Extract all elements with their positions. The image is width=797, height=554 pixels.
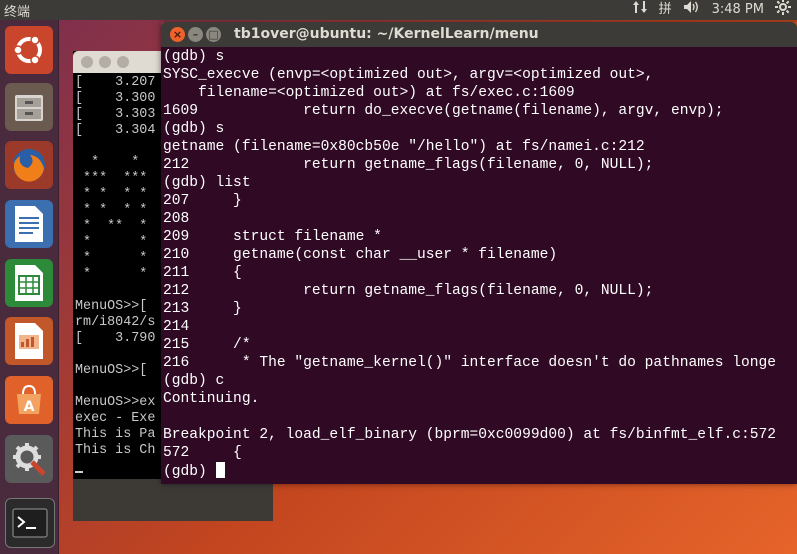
terminal-line: (gdb) s <box>163 49 225 65</box>
volume-icon[interactable] <box>683 0 701 21</box>
maximize-button[interactable]: □ <box>206 27 221 42</box>
impress-icon[interactable] <box>5 317 53 365</box>
terminal-line: 215 /* <box>163 337 251 353</box>
terminal-line: filename=<optimized out>) at fs/exec.c:1… <box>163 85 575 101</box>
terminal-line: exec - Exe <box>75 411 156 426</box>
terminal-line: [ 3.790 <box>75 331 156 346</box>
back-maximize-button[interactable] <box>117 56 129 68</box>
terminal-line: 208 <box>163 211 190 227</box>
terminal-line: 207 } <box>163 193 242 209</box>
terminal-line: 210 getname(const char __user * filename… <box>163 247 558 263</box>
terminal-line: SYSC_execve (envp=<optimized out>, argv=… <box>163 67 654 83</box>
firefox-icon[interactable] <box>5 141 53 189</box>
terminal-line: [ 3.207 <box>75 75 156 90</box>
terminal-line: 216 * The "getname_kernel()" interface d… <box>163 355 777 371</box>
terminal-line: 214 <box>163 319 190 335</box>
close-button[interactable]: × <box>170 27 185 42</box>
terminal-line: rm/i8042/s <box>75 315 156 330</box>
settings-icon[interactable] <box>5 435 53 483</box>
input-method-indicator[interactable]: 拼 <box>659 0 672 20</box>
terminal-line: * * <box>75 155 140 170</box>
terminal-line: MenuOS>>ex <box>75 395 156 410</box>
back-minimize-button[interactable] <box>99 56 111 68</box>
terminal-line: 209 struct filename * <box>163 229 382 245</box>
terminal-line: [ 3.300 <box>75 91 156 106</box>
terminal-line: (gdb) list <box>163 175 251 191</box>
terminal-line: * * <box>75 251 148 266</box>
writer-icon[interactable] <box>5 200 53 248</box>
terminal-line: 212 return getname_flags(filename, 0, NU… <box>163 283 654 299</box>
terminal-line: * * <box>75 267 148 282</box>
terminal-icon[interactable] <box>5 498 55 548</box>
terminal-line: * ** * <box>75 219 148 234</box>
terminal-line: 212 return getname_flags(filename, 0, NU… <box>163 157 654 173</box>
terminal-line: 213 } <box>163 301 242 317</box>
terminal-line: [ 3.303 <box>75 107 156 122</box>
network-updown-icon[interactable] <box>632 0 648 22</box>
terminal-line: 211 { <box>163 265 242 281</box>
terminal-line: getname (filename=0x80cb50e "/hello") at… <box>163 139 645 155</box>
terminal-line: *** *** <box>75 171 148 186</box>
software-center-icon[interactable]: A <box>5 376 53 424</box>
terminal-line: MenuOS>>[ <box>75 363 148 378</box>
minimize-button[interactable]: – <box>188 27 203 42</box>
top-panel: 终端 拼 3:48 PM <box>0 0 797 20</box>
launcher: A <box>0 20 59 554</box>
terminal-line: * * * * <box>75 203 148 218</box>
gear-icon[interactable] <box>775 0 791 22</box>
clock[interactable]: 3:48 PM <box>712 0 764 20</box>
terminal-title: tb1over@ubuntu: ~/KernelLearn/menu <box>234 26 539 42</box>
terminal-line: This is Pa <box>75 427 156 442</box>
active-app-title: 终端 <box>4 5 31 20</box>
terminal-line: [ 3.304 <box>75 123 156 138</box>
terminal-line: Continuing. <box>163 391 260 407</box>
terminal-line: This is Ch <box>75 443 156 458</box>
terminal-body[interactable]: (gdb) s SYSC_execve (envp=<optimized out… <box>161 47 797 484</box>
terminal-line: 1609 return do_execve(getname(filename),… <box>163 103 724 119</box>
terminal-line: MenuOS>>[ <box>75 299 148 314</box>
terminal-output[interactable]: (gdb) s SYSC_execve (envp=<optimized out… <box>161 47 797 481</box>
text-cursor <box>215 462 225 478</box>
gdb-prompt[interactable]: (gdb) <box>163 464 216 480</box>
files-icon[interactable] <box>5 83 53 131</box>
terminal-line: (gdb) c <box>163 373 225 389</box>
terminal-line: 572 { <box>163 445 242 461</box>
calc-icon[interactable] <box>5 259 53 307</box>
svg-text:A: A <box>24 399 35 415</box>
terminal-line: * * * * <box>75 187 148 202</box>
terminal-titlebar[interactable]: × – □ tb1over@ubuntu: ~/KernelLearn/menu <box>161 22 797 47</box>
terminal-line: (gdb) s <box>163 121 225 137</box>
back-window-shadow <box>73 479 273 521</box>
back-close-button[interactable] <box>81 56 93 68</box>
terminal-line: * * <box>75 235 148 250</box>
terminal-line: Breakpoint 2, load_elf_binary (bprm=0xc0… <box>163 427 777 443</box>
gdb-terminal-window[interactable]: × – □ tb1over@ubuntu: ~/KernelLearn/menu… <box>161 22 797 484</box>
back-terminal-cursor <box>75 471 83 473</box>
ubuntu-logo-icon[interactable] <box>5 26 53 74</box>
system-tray: 拼 3:48 PM <box>632 0 797 20</box>
